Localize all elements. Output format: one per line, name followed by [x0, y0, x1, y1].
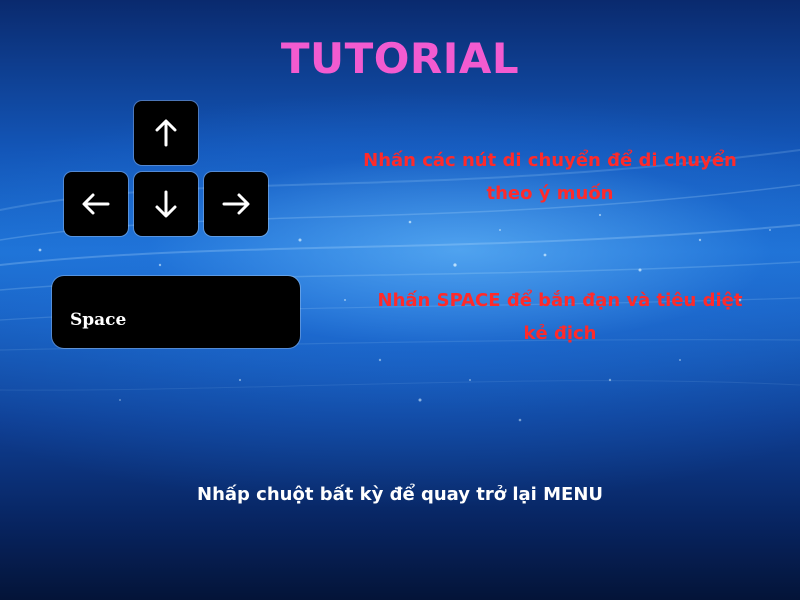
shoot-instruction-line1: Nhấn SPACE để bắn đạn và tiêu diệt	[377, 290, 743, 311]
move-instruction-line2: theo ý muốn	[486, 183, 614, 204]
arrow-right-icon	[222, 193, 250, 215]
arrow-left-key	[64, 172, 128, 236]
arrow-down-icon	[155, 190, 177, 218]
space-key: Space	[52, 276, 300, 348]
shoot-instruction: Nhấn SPACE để bắn đạn và tiêu diệt kẻ đị…	[330, 284, 790, 350]
move-instruction-line1: Nhấn các nút di chuyển để di chuyển	[363, 150, 737, 171]
arrow-up-key	[134, 101, 198, 165]
arrow-up-icon	[155, 119, 177, 147]
move-instruction: Nhấn các nút di chuyển để di chuyển theo…	[318, 144, 782, 210]
tutorial-title: TUTORIAL	[280, 34, 520, 83]
arrow-left-icon	[82, 193, 110, 215]
arrow-right-key	[204, 172, 268, 236]
arrow-down-key	[134, 172, 198, 236]
shoot-instruction-line2: kẻ địch	[523, 323, 597, 344]
space-key-label: Space	[70, 310, 127, 330]
return-to-menu-hint[interactable]: Nhấp chuột bất kỳ để quay trở lại MENU	[0, 484, 800, 505]
